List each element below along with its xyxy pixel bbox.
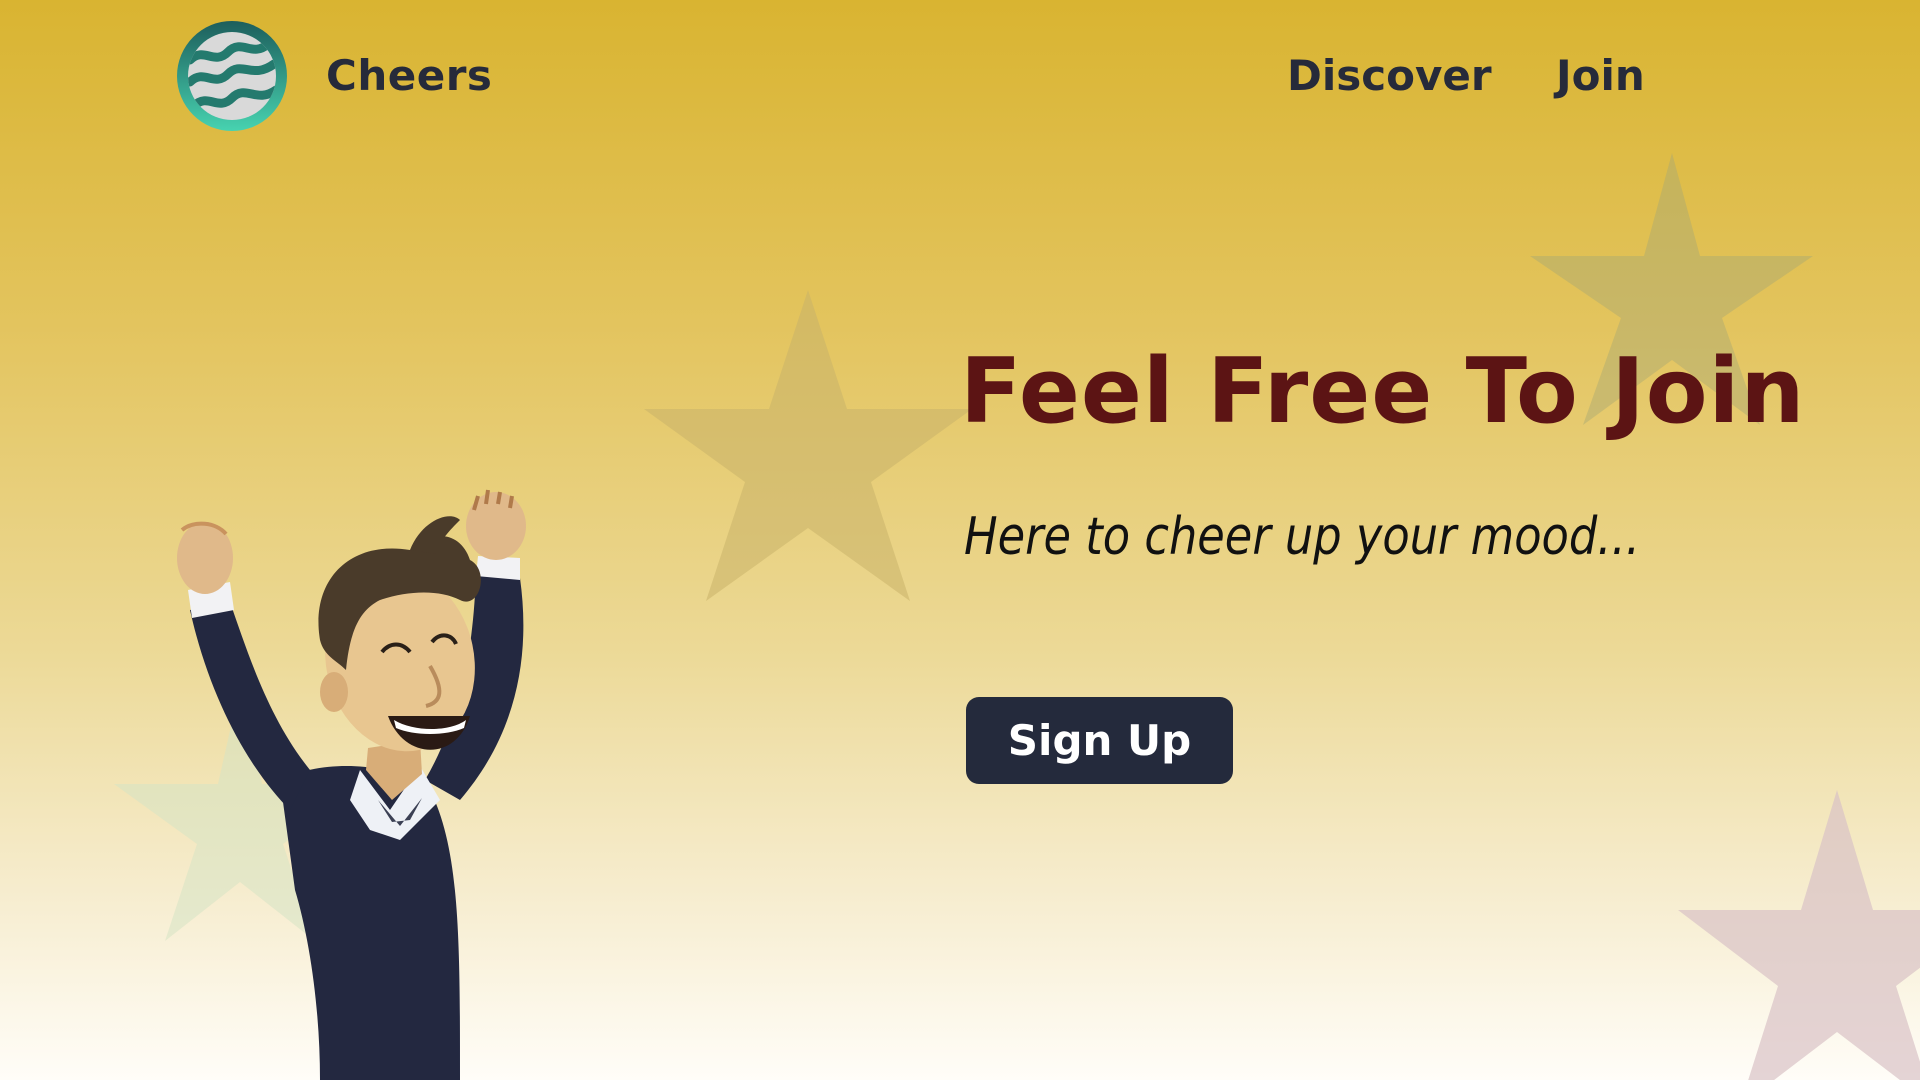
hero-title: Feel Free To Join	[960, 339, 1806, 444]
nav-discover-link[interactable]: Discover	[1287, 48, 1492, 104]
cheering-man-illustration	[177, 489, 526, 1080]
sign-up-button[interactable]: Sign Up	[966, 697, 1233, 784]
nav-join-link[interactable]: Join	[1556, 48, 1645, 104]
brand-name[interactable]: Cheers	[326, 48, 492, 104]
hero-subtitle: Here to cheer up your mood...	[964, 507, 1640, 567]
wave-circle-logo-icon[interactable]	[176, 20, 288, 132]
star-icon	[644, 290, 972, 601]
star-icon	[1678, 790, 1920, 1080]
